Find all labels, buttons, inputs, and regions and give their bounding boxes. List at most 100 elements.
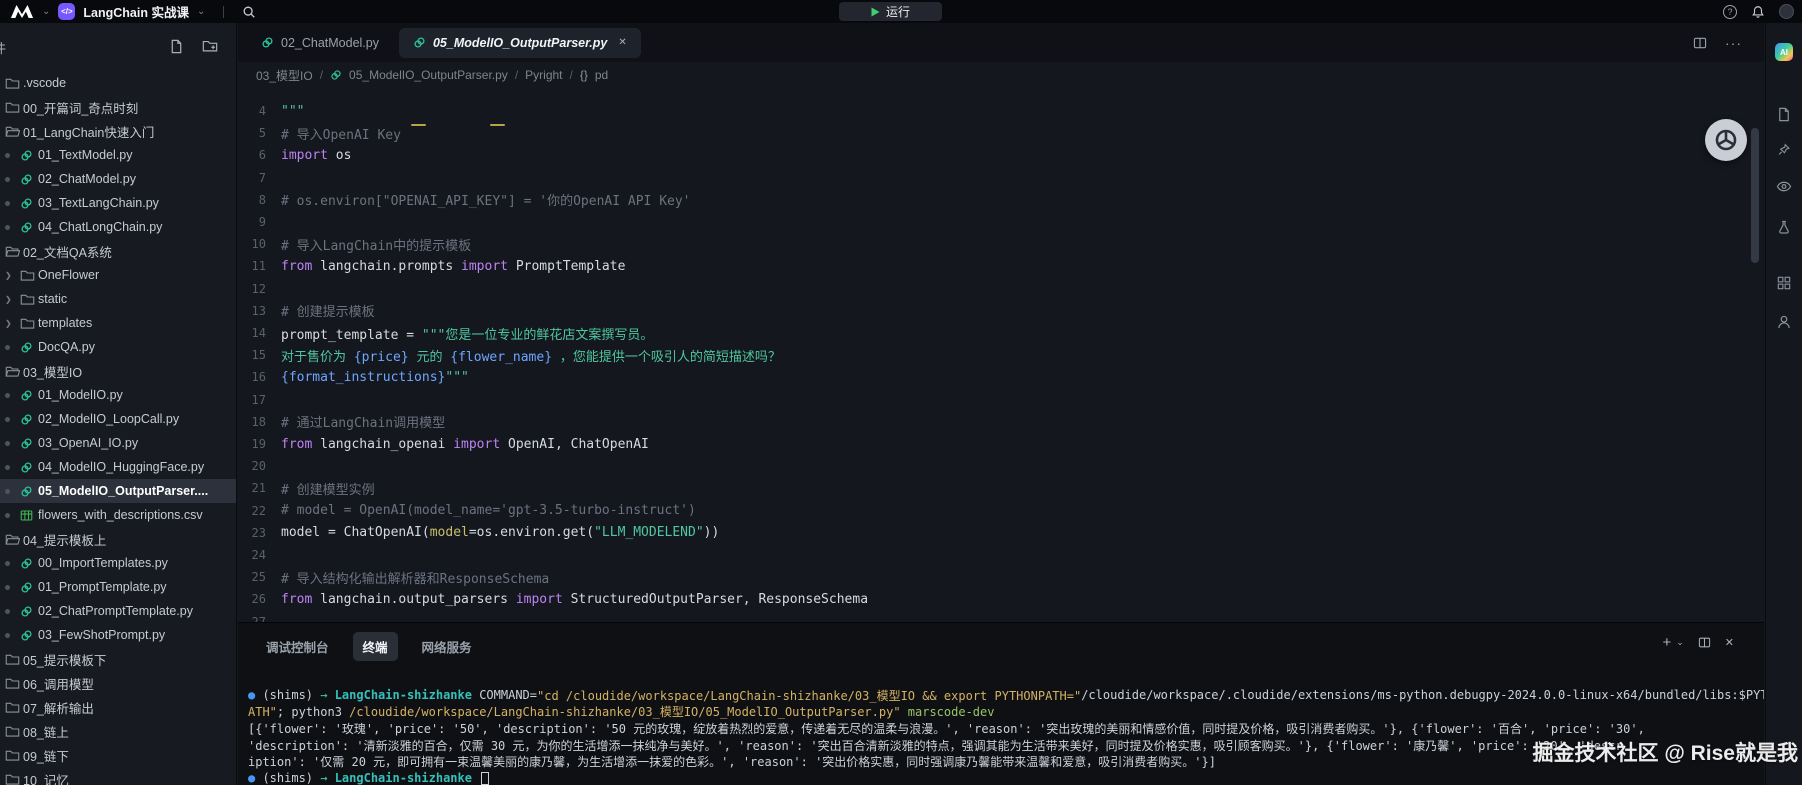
code-line[interactable]: 10# 导入LangChain中的提示模板	[238, 233, 1764, 255]
code-line[interactable]: 17	[238, 389, 1764, 411]
search-icon[interactable]	[242, 5, 256, 19]
file-tree-item[interactable]: 04_ChatLongChain.py	[0, 215, 237, 239]
document-icon[interactable]	[1777, 107, 1791, 122]
new-folder-icon[interactable]	[201, 37, 219, 55]
file-tree-item[interactable]: 02_ModelIO_LoopCall.py	[0, 407, 237, 431]
file-tree-item[interactable]: 05_ModelIO_OutputParser....	[0, 479, 237, 503]
file-tree-item[interactable]: 02_ChatModel.py	[0, 167, 237, 191]
file-tree-item[interactable]: 08_链上	[0, 719, 237, 743]
python-file-icon	[20, 197, 38, 210]
code-line[interactable]: 15对于售价为 {price} 元的 {flower_name} ，您能提供一个…	[238, 344, 1764, 366]
file-tree-item[interactable]: ❯OneFlower	[0, 263, 237, 287]
file-tree-item[interactable]: 03_TextLangChain.py	[0, 191, 237, 215]
file-tree-item[interactable]: ❯templates	[0, 311, 237, 335]
breadcrumb-folder[interactable]: 03_模型IO	[256, 67, 313, 84]
file-tree-item[interactable]: 00_开篇词_奇点时刻	[0, 95, 237, 119]
file-label: 04_ChatLongChain.py	[38, 220, 162, 234]
code-line[interactable]: 11from langchain.prompts import PromptTe…	[238, 255, 1764, 277]
file-tree-item[interactable]: 01_ModelIO.py	[0, 383, 237, 407]
file-tree-item[interactable]: 07_解析输出	[0, 695, 237, 719]
code-line[interactable]: 19from langchain_openai import OpenAI, C…	[238, 433, 1764, 455]
code-editor[interactable]: 4"""5# 导入OpenAI Key6import os 7 8# os.envi…	[238, 88, 1764, 622]
pin-icon[interactable]	[1778, 143, 1791, 156]
ai-assistant-icon[interactable]: AI	[1775, 43, 1793, 61]
tab-02-chatmodel[interactable]: 02_ChatModel.py	[247, 28, 393, 58]
file-tree-item[interactable]: 01_PromptTemplate.py	[0, 575, 237, 599]
file-tree-item[interactable]: 10_记忆	[0, 767, 237, 785]
run-button[interactable]: 运行	[839, 2, 942, 21]
split-terminal-icon[interactable]	[1698, 637, 1711, 648]
file-tree-item[interactable]: 04_提示模板上	[0, 527, 237, 551]
code-line[interactable]: 8# os.environ["OPENAI_API_KEY"] = '你的Ope…	[238, 189, 1764, 211]
code-line[interactable]: 5# 导入OpenAI Key	[238, 122, 1764, 144]
code-line[interactable]: 12	[238, 278, 1764, 300]
chevron-right-icon[interactable]: ❯	[5, 319, 20, 328]
code-line[interactable]: 23model = ChatOpenAI(model=os.environ.ge…	[238, 522, 1764, 544]
file-tree-item[interactable]: 09_链下	[0, 743, 237, 767]
tab-05-modelio-outputparser[interactable]: 05_ModelIO_OutputParser.py ✕	[399, 28, 641, 58]
help-icon[interactable]: ?	[1723, 5, 1737, 19]
user-avatar[interactable]	[1779, 4, 1794, 19]
chevron-down-icon[interactable]: ⌄	[42, 7, 50, 17]
breadcrumb-file[interactable]: 05_ModelIO_OutputParser.py	[349, 68, 508, 82]
file-tree-item[interactable]: 01_TextModel.py	[0, 143, 237, 167]
close-tab-icon[interactable]: ✕	[618, 37, 626, 48]
more-actions-icon[interactable]: ···	[1725, 35, 1742, 51]
user-icon[interactable]	[1778, 315, 1791, 329]
code-line[interactable]: 27	[238, 611, 1764, 622]
modified-dot	[5, 201, 20, 206]
eye-icon[interactable]	[1777, 181, 1792, 192]
file-tree-item[interactable]: 01_LangChain快速入门	[0, 119, 237, 143]
code-line[interactable]: 21# 创建模型实例	[238, 477, 1764, 499]
file-tree-item[interactable]: 02_ChatPromptTemplate.py	[0, 599, 237, 623]
file-tree-item[interactable]: 05_提示模板下	[0, 647, 237, 671]
code-line[interactable]: 4"""	[238, 100, 1764, 122]
code-line[interactable]: 22# model = OpenAI(model_name='gpt-3.5-t…	[238, 500, 1764, 522]
beaker-icon[interactable]	[1778, 220, 1791, 234]
file-tree-item[interactable]: 02_文档QA系统	[0, 239, 237, 263]
code-line[interactable]: 6import os	[238, 144, 1764, 166]
bell-icon[interactable]	[1751, 5, 1765, 19]
breadcrumb-symbol[interactable]: pd	[595, 68, 608, 82]
code-line[interactable]: 13# 创建提示模板	[238, 300, 1764, 322]
file-tree: .vscode00_开篇词_奇点时刻01_LangChain快速入门01_Tex…	[0, 71, 237, 785]
code-line[interactable]: 20	[238, 455, 1764, 477]
code-line[interactable]: 14prompt_template = """您是一位专业的鲜花店文案撰写员。	[238, 322, 1764, 344]
file-tree-item[interactable]: 03_FewShotPrompt.py	[0, 623, 237, 647]
file-tree-item[interactable]: flowers_with_descriptions.csv	[0, 503, 237, 527]
new-terminal-icon[interactable]: +	[1662, 635, 1671, 650]
ai-assistant-floating-button[interactable]	[1705, 119, 1747, 161]
chevron-right-icon[interactable]: ❯	[5, 271, 20, 280]
file-tree-item[interactable]: DocQA.py	[0, 335, 237, 359]
code-line[interactable]: 24	[238, 544, 1764, 566]
terminal-dropdown-icon[interactable]: ⌄	[1676, 637, 1684, 648]
marscode-logo-icon[interactable]	[10, 4, 34, 19]
code-line[interactable]: 7	[238, 167, 1764, 189]
project-name[interactable]: LangChain 实战课	[83, 2, 189, 21]
tab-network-service[interactable]: 网络服务	[412, 632, 482, 661]
code-line[interactable]: 9	[238, 211, 1764, 233]
chevron-right-icon[interactable]: ❯	[5, 295, 20, 304]
file-tree-item[interactable]: 04_ModelIO_HuggingFace.py	[0, 455, 237, 479]
code-line[interactable]: 26from langchain.output_parsers import S…	[238, 588, 1764, 610]
code-line[interactable]: 18# 通过LangChain调用模型	[238, 411, 1764, 433]
tab-terminal[interactable]: 终端	[353, 632, 398, 661]
close-panel-icon[interactable]: ✕	[1725, 636, 1734, 649]
breadcrumb-language-server[interactable]: Pyright	[525, 68, 562, 82]
code-line[interactable]: 25# 导入结构化输出解析器和ResponseSchema	[238, 566, 1764, 588]
new-file-icon[interactable]	[167, 37, 185, 55]
file-tree-item[interactable]: .vscode	[0, 71, 237, 95]
project-app-icon[interactable]: </>	[58, 3, 75, 20]
file-tree-item[interactable]: 06_调用模型	[0, 671, 237, 695]
split-editor-icon[interactable]	[1693, 37, 1707, 49]
chevron-down-icon[interactable]: ⌄	[197, 7, 205, 17]
file-tree-item[interactable]: 03_OpenAI_IO.py	[0, 431, 237, 455]
code-line[interactable]: 16{format_instructions}"""	[238, 366, 1764, 388]
file-tree-item[interactable]: 03_模型IO	[0, 359, 237, 383]
file-tree-item[interactable]: ❯static	[0, 287, 237, 311]
terminal-output[interactable]: ● (shims) → LangChain-shizhanke COMMAND=…	[238, 669, 1764, 785]
file-tree-item[interactable]: 00_ImportTemplates.py	[0, 551, 237, 575]
extensions-grid-icon[interactable]	[1777, 276, 1791, 290]
line-number: 7	[238, 171, 266, 185]
tab-debug-console[interactable]: 调试控制台	[256, 632, 339, 661]
